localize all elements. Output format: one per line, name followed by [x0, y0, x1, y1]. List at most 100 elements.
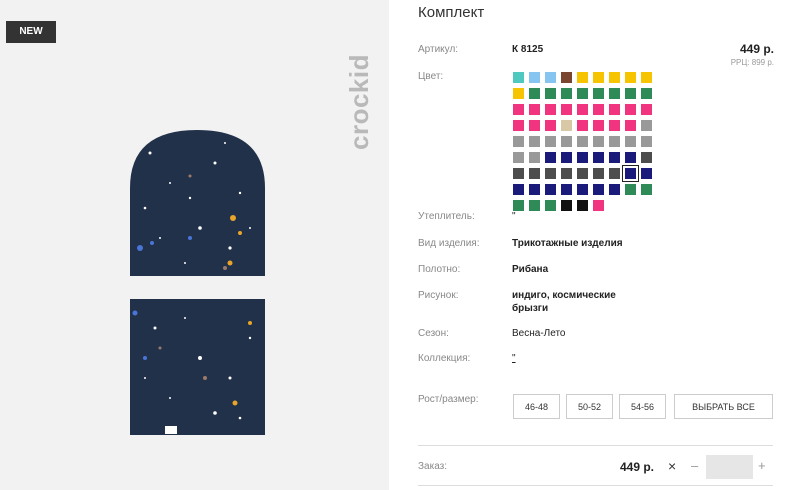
color-swatch[interactable]	[577, 88, 588, 99]
color-swatch[interactable]	[625, 184, 636, 195]
collection-value: "	[512, 353, 516, 364]
color-swatch[interactable]	[561, 88, 572, 99]
color-swatch[interactable]	[641, 152, 652, 163]
color-swatch[interactable]	[529, 152, 540, 163]
color-swatch[interactable]	[529, 72, 540, 83]
color-swatch[interactable]	[641, 104, 652, 115]
color-swatch[interactable]	[545, 72, 556, 83]
quantity-input[interactable]	[706, 455, 753, 479]
color-swatch[interactable]	[577, 120, 588, 131]
new-badge: NEW	[6, 21, 56, 43]
color-swatch[interactable]	[545, 104, 556, 115]
color-swatch[interactable]	[625, 104, 636, 115]
product-image[interactable]	[130, 128, 265, 436]
color-swatch[interactable]	[529, 120, 540, 131]
size-option-50-52[interactable]: 50-52	[566, 394, 613, 419]
color-swatch[interactable]	[625, 136, 636, 147]
color-swatch[interactable]	[545, 152, 556, 163]
color-swatch[interactable]	[529, 104, 540, 115]
color-swatch[interactable]	[641, 72, 652, 83]
increase-button[interactable]: +	[758, 458, 766, 473]
color-swatch[interactable]	[641, 120, 652, 131]
size-option-46-48[interactable]: 46-48	[513, 394, 560, 419]
season-label: Сезон:	[418, 328, 449, 339]
color-swatch[interactable]	[609, 88, 620, 99]
color-swatch[interactable]	[561, 152, 572, 163]
color-swatch[interactable]	[641, 136, 652, 147]
color-swatch[interactable]	[513, 200, 524, 211]
rrc-price: РРЦ: 899 р.	[730, 58, 774, 67]
color-label: Цвет:	[418, 71, 444, 82]
color-swatch[interactable]	[593, 136, 604, 147]
color-swatch[interactable]	[593, 120, 604, 131]
color-swatch[interactable]	[625, 88, 636, 99]
color-swatch[interactable]	[513, 120, 524, 131]
color-swatch[interactable]	[593, 152, 604, 163]
color-swatch[interactable]	[593, 104, 604, 115]
color-swatch[interactable]	[593, 200, 604, 211]
color-swatch[interactable]	[625, 120, 636, 131]
color-swatch[interactable]	[593, 88, 604, 99]
color-swatch[interactable]	[593, 72, 604, 83]
article-label: Артикул:	[418, 44, 459, 55]
color-swatch[interactable]	[622, 165, 639, 182]
color-swatch[interactable]	[529, 200, 540, 211]
color-swatch[interactable]	[545, 168, 556, 179]
color-swatch[interactable]	[513, 72, 524, 83]
color-swatch[interactable]	[561, 104, 572, 115]
color-swatch[interactable]	[561, 72, 572, 83]
color-swatch[interactable]	[545, 120, 556, 131]
pattern-value-line1: индиго, космические	[512, 290, 616, 301]
color-swatch[interactable]	[609, 72, 620, 83]
color-swatch[interactable]	[529, 168, 540, 179]
color-swatch[interactable]	[593, 168, 604, 179]
color-swatch[interactable]	[641, 88, 652, 99]
color-swatch[interactable]	[529, 88, 540, 99]
color-swatch[interactable]	[561, 120, 572, 131]
color-swatch[interactable]	[561, 136, 572, 147]
color-swatch[interactable]	[641, 184, 652, 195]
color-swatch[interactable]	[529, 184, 540, 195]
color-swatch[interactable]	[513, 104, 524, 115]
color-swatch[interactable]	[561, 184, 572, 195]
color-swatch[interactable]	[577, 168, 588, 179]
color-swatch[interactable]	[641, 168, 652, 179]
color-swatch[interactable]	[513, 152, 524, 163]
color-swatch[interactable]	[577, 104, 588, 115]
pattern-value-line2: брызги	[512, 303, 549, 314]
color-swatch[interactable]	[609, 184, 620, 195]
color-swatch[interactable]	[625, 152, 636, 163]
type-label: Вид изделия:	[418, 238, 480, 249]
color-swatch[interactable]	[561, 168, 572, 179]
color-swatch[interactable]	[625, 72, 636, 83]
color-swatch-grid	[513, 72, 652, 211]
color-swatch[interactable]	[609, 152, 620, 163]
color-swatch[interactable]	[593, 184, 604, 195]
color-swatch[interactable]	[577, 184, 588, 195]
color-swatch[interactable]	[529, 136, 540, 147]
color-swatch[interactable]	[545, 184, 556, 195]
color-swatch[interactable]	[545, 88, 556, 99]
color-swatch[interactable]	[513, 168, 524, 179]
color-swatch[interactable]	[513, 88, 524, 99]
remove-icon[interactable]: ×	[668, 458, 676, 474]
color-swatch[interactable]	[545, 136, 556, 147]
color-swatch[interactable]	[513, 184, 524, 195]
color-swatch[interactable]	[545, 200, 556, 211]
color-swatch[interactable]	[609, 120, 620, 131]
size-option-54-56[interactable]: 54-56	[619, 394, 666, 419]
select-all-button[interactable]: ВЫБРАТЬ ВСЕ	[674, 394, 773, 419]
color-swatch[interactable]	[577, 136, 588, 147]
color-swatch[interactable]	[609, 168, 620, 179]
divider-bottom	[418, 485, 773, 486]
color-swatch[interactable]	[577, 72, 588, 83]
order-label: Заказ:	[418, 461, 448, 472]
decrease-button[interactable]: –	[691, 458, 698, 473]
product-gallery: NEW crockid	[0, 0, 389, 490]
color-swatch[interactable]	[561, 200, 572, 211]
color-swatch[interactable]	[577, 152, 588, 163]
color-swatch[interactable]	[609, 136, 620, 147]
color-swatch[interactable]	[577, 200, 588, 211]
color-swatch[interactable]	[513, 136, 524, 147]
color-swatch[interactable]	[609, 104, 620, 115]
